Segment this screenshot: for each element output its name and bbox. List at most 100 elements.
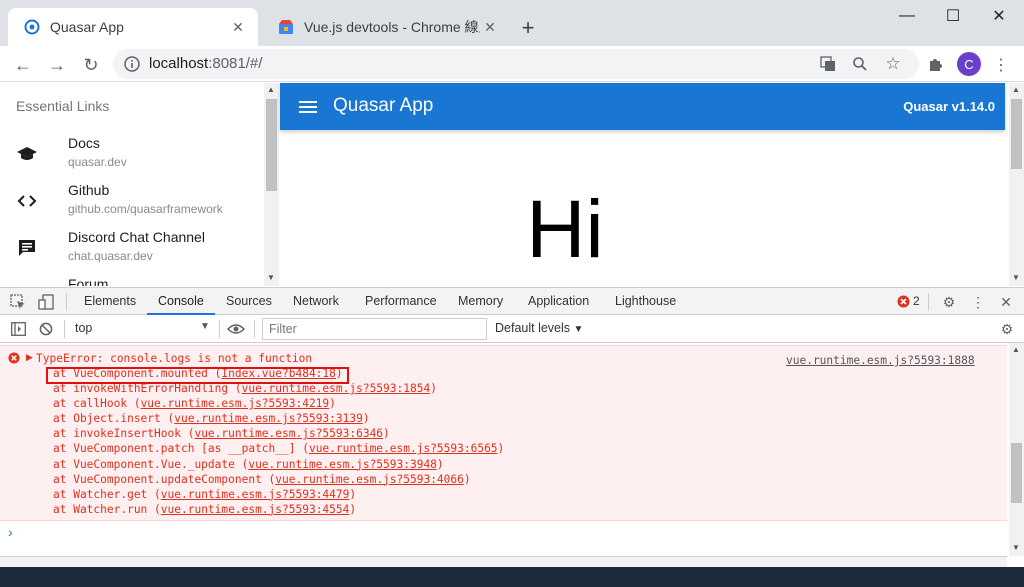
scroll-down-icon[interactable]: ▼ — [267, 273, 275, 282]
stack-location-link[interactable]: vue.runtime.esm.js?5593:3139 — [174, 412, 363, 425]
filter-input[interactable]: Filter — [262, 318, 487, 340]
tab-strip: Quasar App ✕ Vue.js devtools - Chrome 線上… — [0, 0, 1024, 46]
app-title: Quasar App — [333, 95, 434, 116]
device-toolbar-icon[interactable] — [36, 292, 56, 312]
error-counter[interactable]: 2 — [897, 294, 920, 308]
extensions-icon[interactable] — [924, 54, 946, 76]
school-icon — [16, 143, 38, 165]
close-devtools-icon[interactable]: ✕ — [996, 292, 1016, 312]
stack-frame: at invokeInsertHook (vue.runtime.esm.js?… — [53, 427, 504, 442]
essential-link-docs[interactable]: Docs quasar.dev — [0, 129, 264, 176]
stack-frame: at invokeWithErrorHandling (vue.runtime.… — [53, 382, 504, 397]
tab-elements[interactable]: Elements — [84, 288, 136, 315]
drawer-scrollbar[interactable]: ▲ ▼ — [264, 83, 279, 286]
info-icon[interactable] — [123, 55, 141, 73]
greeting-text: Hi — [526, 184, 604, 275]
scroll-thumb[interactable] — [1011, 99, 1022, 169]
error-message: TypeError: console.logs is not a functio… — [36, 352, 313, 365]
tab-application[interactable]: Application — [528, 288, 589, 315]
scroll-up-icon[interactable]: ▲ — [1012, 345, 1020, 354]
divider — [928, 293, 929, 311]
stack-location-link[interactable]: vue.runtime.esm.js?5593:6565 — [309, 442, 498, 455]
log-levels-dropdown[interactable]: Default levels ▼ — [495, 321, 583, 335]
essential-link-forum[interactable]: • Forum — [0, 270, 264, 286]
settings-gear-icon[interactable]: ⚙ — [939, 292, 959, 312]
tab-vue-devtools[interactable]: Vue.js devtools - Chrome 線上應用程式 ✕ — [262, 8, 510, 46]
stack-tail: ) — [329, 397, 336, 411]
context-selector[interactable]: top ▼ — [74, 321, 214, 337]
link-caption: chat.quasar.dev — [68, 249, 153, 263]
reload-icon[interactable]: ↻ — [78, 52, 104, 78]
tab-console[interactable]: Console — [147, 288, 215, 315]
stack-location-link[interactable]: vue.runtime.esm.js?5593:4066 — [275, 473, 464, 486]
tab-sources[interactable]: Sources — [226, 288, 272, 315]
console-settings-icon[interactable]: ⚙ — [997, 319, 1017, 339]
scroll-up-icon[interactable]: ▲ — [1012, 85, 1020, 94]
link-title: Github — [68, 182, 110, 198]
stack-function: at Watcher.get ( — [53, 487, 161, 501]
menu-icon[interactable] — [296, 95, 320, 119]
stack-location-link[interactable]: vue.runtime.esm.js?5593:6346 — [194, 427, 383, 440]
close-tab-icon[interactable]: ✕ — [480, 17, 500, 37]
inspect-element-icon[interactable] — [8, 292, 28, 312]
scroll-thumb[interactable] — [1011, 443, 1022, 503]
code-icon — [16, 190, 38, 212]
tab-performance[interactable]: Performance — [365, 288, 437, 315]
stack-location-link[interactable]: vue.runtime.esm.js?5593:1854 — [242, 382, 431, 395]
divider — [219, 320, 220, 338]
error-source-link[interactable]: vue.runtime.esm.js?5593:1888 — [786, 354, 975, 367]
chrome-webstore-icon — [278, 19, 294, 35]
scroll-thumb[interactable] — [266, 99, 277, 191]
divider — [64, 320, 65, 338]
maximize-icon[interactable]: ☐ — [930, 0, 976, 32]
essential-link-discord[interactable]: Discord Chat Channel chat.quasar.dev — [0, 223, 264, 270]
scroll-down-icon[interactable]: ▼ — [1012, 543, 1020, 552]
profile-avatar[interactable]: C — [957, 52, 981, 76]
console-scrollbar[interactable]: ▲ ▼ — [1009, 343, 1024, 556]
show-sidebar-icon[interactable] — [8, 319, 28, 339]
back-icon[interactable]: ← — [10, 52, 36, 78]
more-menu-icon[interactable]: ⋮ — [990, 54, 1012, 76]
stack-location-link[interactable]: vue.runtime.esm.js?5593:4554 — [161, 503, 350, 516]
link-title: Docs — [68, 135, 100, 151]
stack-tail: ) — [497, 442, 505, 456]
live-expression-eye-icon[interactable] — [226, 319, 246, 339]
devtools-menu-icon[interactable]: ⋮ — [968, 292, 988, 312]
stack-location-link[interactable]: vue.runtime.esm.js?5593:4479 — [161, 488, 350, 501]
stack-frame: at callHook (vue.runtime.esm.js?5593:421… — [53, 397, 504, 412]
stack-frame: at VueComponent.patch [as __patch__] (vu… — [53, 442, 504, 457]
page-scrollbar[interactable]: ▲ ▼ — [1009, 83, 1024, 286]
forward-icon[interactable]: → — [44, 52, 70, 78]
left-drawer: Essential Links Docs quasar.dev Github g… — [0, 83, 264, 286]
stack-function: at VueComponent.updateComponent ( — [53, 472, 276, 486]
essential-link-github[interactable]: Github github.com/quasarframework — [0, 176, 264, 223]
close-tab-icon[interactable]: ✕ — [228, 17, 248, 37]
expand-triangle-icon[interactable]: ▶ — [26, 352, 33, 363]
close-window-icon[interactable]: ✕ — [976, 0, 1022, 32]
error-icon — [8, 352, 20, 364]
divider — [254, 320, 255, 338]
minimize-icon[interactable]: — — [884, 0, 930, 32]
tab-quasar-app[interactable]: Quasar App ✕ — [8, 8, 258, 46]
stack-location-link[interactable]: vue.runtime.esm.js?5593:3948 — [248, 458, 437, 471]
console-prompt[interactable]: › — [8, 524, 13, 540]
stack-location-link[interactable]: vue.runtime.esm.js?5593:4219 — [141, 397, 330, 410]
stack-tail: ) — [349, 502, 357, 516]
tab-memory[interactable]: Memory — [458, 288, 503, 315]
app-header: Quasar App Quasar v1.14.0 — [280, 83, 1005, 130]
translate-icon[interactable] — [817, 53, 839, 75]
zoom-icon[interactable] — [849, 53, 871, 75]
new-tab-icon[interactable]: + — [515, 15, 541, 41]
address-bar[interactable]: localhost:8081/#/ ☆ — [113, 49, 919, 79]
stack-tail: ) — [362, 412, 370, 426]
scroll-down-icon[interactable]: ▼ — [1012, 273, 1020, 282]
stack-tail: ) — [383, 427, 390, 441]
tab-network[interactable]: Network — [293, 288, 339, 315]
tab-lighthouse[interactable]: Lighthouse — [615, 288, 676, 315]
scroll-up-icon[interactable]: ▲ — [267, 85, 275, 94]
bookmark-star-icon[interactable]: ☆ — [882, 53, 904, 75]
link-title: Discord Chat Channel — [68, 229, 205, 245]
clear-console-icon[interactable] — [36, 319, 56, 339]
error-icon — [897, 295, 910, 307]
console-error-message[interactable]: ▶ TypeError: console.logs is not a funct… — [0, 345, 1007, 521]
